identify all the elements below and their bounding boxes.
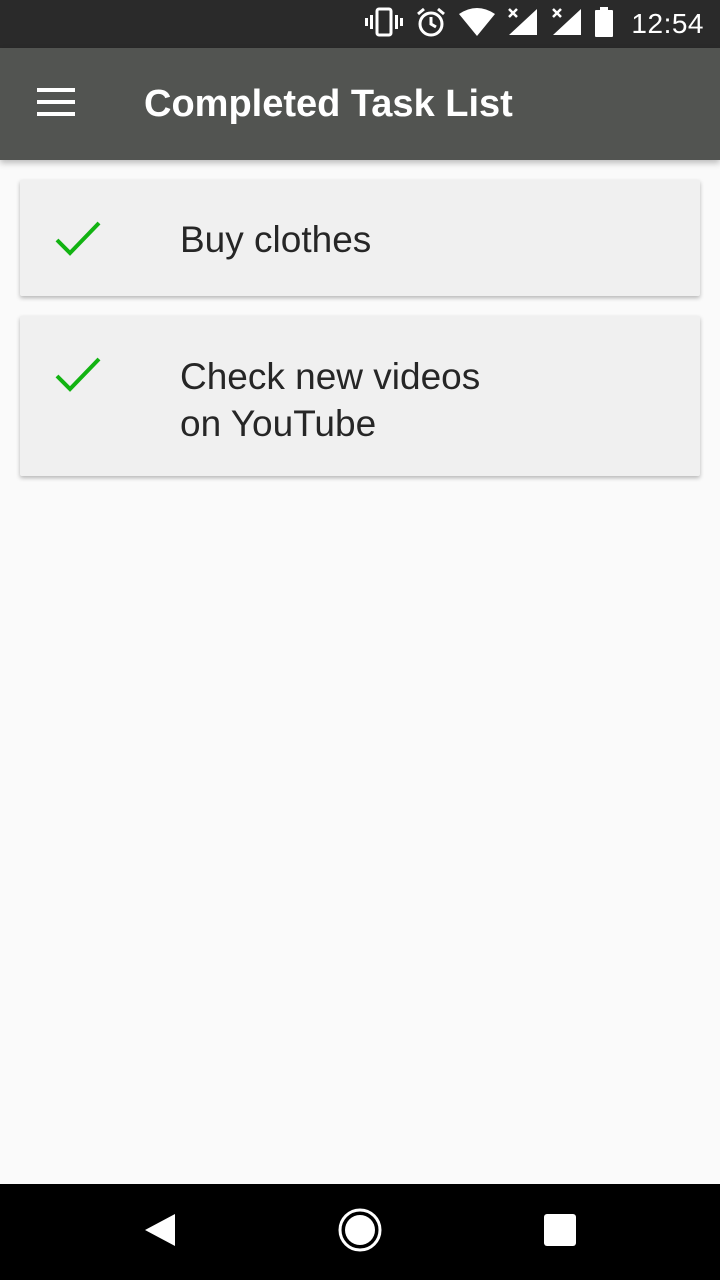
wifi-icon	[459, 7, 496, 41]
navigation-bar	[0, 1184, 720, 1280]
recents-icon	[543, 1213, 577, 1252]
checkmark-icon	[54, 218, 102, 258]
signal-icon	[507, 7, 539, 42]
page-title: Completed Task List	[144, 83, 513, 125]
task-label: Buy clothes	[180, 219, 372, 260]
signal-icon	[551, 7, 583, 42]
task-item[interactable]: Check new videos on YouTube	[20, 316, 700, 476]
task-item[interactable]: Buy clothes	[20, 180, 700, 296]
app-bar: Completed Task List	[0, 48, 720, 160]
checkmark-icon	[54, 354, 102, 394]
recents-button[interactable]	[526, 1198, 594, 1266]
menu-button[interactable]	[20, 68, 92, 140]
status-time: 12:54	[631, 8, 704, 39]
status-bar: 12:54	[0, 0, 720, 48]
task-list: Buy clothes Check new videos on YouTube	[20, 180, 700, 496]
battery-icon	[595, 6, 614, 42]
vibrate-icon	[365, 7, 404, 42]
hamburger-menu-icon	[37, 87, 75, 121]
back-button[interactable]	[126, 1198, 194, 1266]
back-icon	[143, 1212, 177, 1253]
home-icon	[337, 1207, 383, 1258]
status-icons: 12:54	[365, 0, 704, 48]
task-label: Check new videos on YouTube	[180, 356, 481, 444]
alarm-icon	[415, 6, 447, 43]
home-button[interactable]	[326, 1198, 394, 1266]
